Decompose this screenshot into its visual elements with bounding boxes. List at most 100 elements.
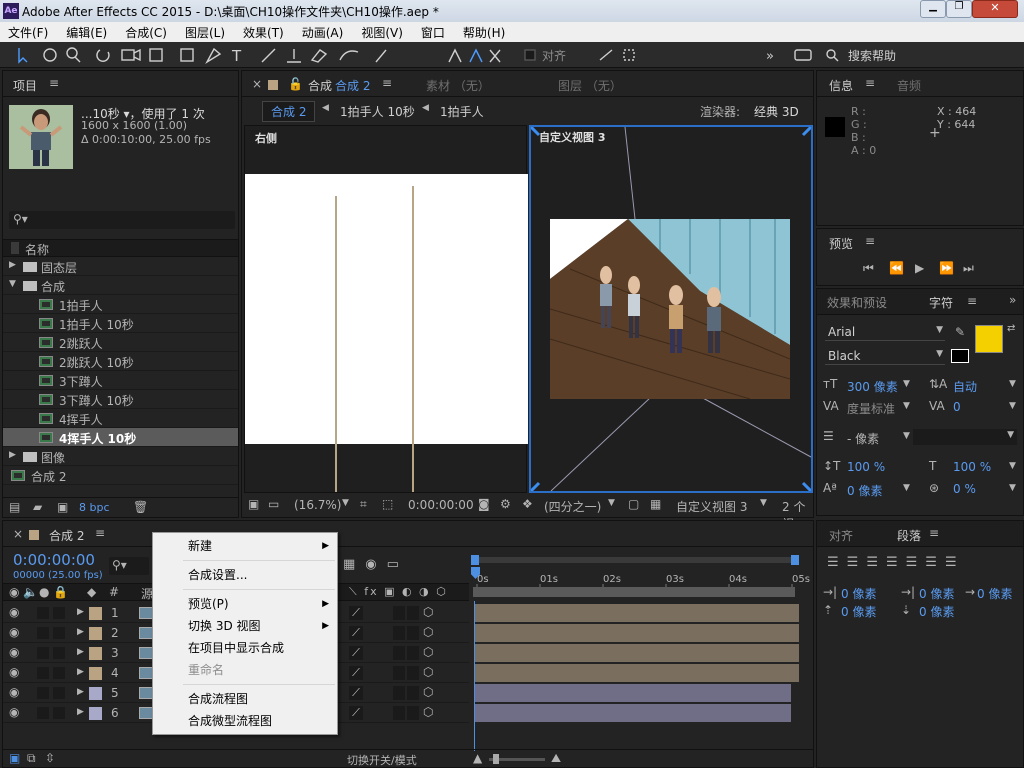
safe-zones-icon[interactable]: ⬚ [382, 497, 393, 511]
layer-color-label[interactable] [89, 667, 102, 680]
kerning-field[interactable]: 度量标准 [847, 400, 895, 417]
expand-icon[interactable]: ▶ [77, 607, 84, 617]
font-family-select[interactable]: Arial ▼ [825, 323, 945, 341]
menu-item[interactable]: 编辑(E) [58, 24, 117, 41]
swap-colors-icon[interactable]: ⇄ [1007, 323, 1015, 334]
switch-box[interactable] [407, 666, 419, 680]
justify-left-icon[interactable]: ☰ [886, 555, 906, 570]
timeline-timecode[interactable]: 0:00:00:00 [13, 551, 95, 569]
disclosure-icon[interactable]: ▶ [9, 450, 16, 460]
column-header-name[interactable]: 名称 [25, 241, 49, 258]
lock-box[interactable] [53, 627, 65, 639]
resolution-select[interactable]: (四分之一) [544, 498, 601, 515]
disclosure-icon[interactable]: ▼ [9, 279, 16, 289]
project-list-item[interactable]: 3下蹲人 [3, 371, 238, 390]
tab-info[interactable]: 信息 [829, 77, 853, 94]
leading-field[interactable]: 自动 [953, 378, 977, 395]
project-list-item[interactable]: 1拍手人 10秒 [3, 314, 238, 333]
panel-menu-icon[interactable]: ≡ [865, 234, 875, 248]
switch-box[interactable] [393, 646, 405, 660]
transparency-grid-icon[interactable]: ▦ [650, 497, 661, 511]
3d-layer-cube-icon[interactable]: ⬡ [423, 705, 433, 719]
lock-box[interactable] [53, 647, 65, 659]
menu-item[interactable]: 合成(C) [117, 24, 177, 41]
shy-switch-icon[interactable]: ⟋ [349, 626, 363, 640]
switch-box[interactable] [407, 686, 419, 700]
next-frame-icon[interactable]: ⏩ [939, 261, 954, 275]
lock-box[interactable] [53, 707, 65, 719]
graph-editor-icon[interactable]: ▭ [387, 557, 409, 572]
in-out-icon[interactable]: ⇳ [45, 751, 55, 765]
expand-icon[interactable]: ▶ [77, 687, 84, 697]
tab-timeline[interactable]: 合成 2 [49, 527, 84, 544]
align-right-icon[interactable]: ☰ [866, 555, 886, 570]
close-tab-icon[interactable]: × [13, 527, 23, 541]
solo-box[interactable] [37, 667, 49, 679]
indent-first-field[interactable]: 0 像素 [977, 585, 1012, 602]
space-before-field[interactable]: 0 像素 [841, 603, 876, 620]
flowchart-icon[interactable]: ⧉ [27, 751, 36, 766]
tab-footage[interactable]: 素材 （无） [426, 77, 490, 94]
vertical-scale-field[interactable]: 100 % [847, 460, 885, 474]
project-search-input[interactable]: ⚲▾ [9, 211, 235, 229]
panel-menu-icon[interactable]: ≡ [95, 526, 105, 540]
justify-right-icon[interactable]: ☰ [925, 555, 945, 570]
context-menu-item[interactable]: 新建 ▶ [153, 535, 337, 557]
3d-layer-cube-icon[interactable]: ⬡ [423, 645, 433, 659]
align-center-icon[interactable]: ☰ [847, 555, 867, 570]
solo-box[interactable] [37, 707, 49, 719]
expand-icon[interactable]: ▶ [77, 667, 84, 677]
panel-menu-icon[interactable]: ≡ [49, 76, 59, 90]
new-folder-icon[interactable]: ▰ [33, 500, 42, 514]
breadcrumb-item[interactable]: 1拍手人 10秒 [340, 103, 415, 120]
lock-box[interactable] [53, 667, 65, 679]
baseline-shift-field[interactable]: 0 像素 [847, 482, 882, 499]
solo-box[interactable] [37, 627, 49, 639]
shy-switch-icon[interactable]: ⟋ [349, 686, 363, 700]
project-list-item[interactable]: 3下蹲人 10秒 [3, 390, 238, 409]
last-frame-icon[interactable]: ⏭ [963, 261, 974, 276]
close-button[interactable]: ✕ [972, 0, 1018, 18]
comp-button-icon[interactable]: ▣ [9, 751, 20, 765]
project-list-item[interactable]: 2跳跃人 [3, 333, 238, 352]
renderer-value[interactable]: 经典 3D [754, 103, 799, 120]
tab-audio[interactable]: 音频 [897, 77, 921, 94]
layer-duration-bar[interactable] [475, 604, 799, 622]
justify-center-icon[interactable]: ☰ [906, 555, 926, 570]
horizontal-scale-field[interactable]: 100 % [953, 460, 991, 474]
viewer-timecode[interactable]: 0:00:00:00 [408, 498, 474, 512]
project-list-item[interactable]: ▼ 合成 [3, 276, 238, 295]
draft-3d-icon[interactable]: ▦ [343, 557, 365, 572]
project-list-item[interactable]: 2跳跃人 10秒 [3, 352, 238, 371]
stroke-style-select[interactable]: ▼ [913, 429, 1017, 445]
label-column-icon[interactable] [11, 242, 19, 254]
visibility-eye-icon[interactable]: ◉ [9, 705, 19, 719]
layer-color-label[interactable] [89, 647, 102, 660]
viewport-right[interactable]: 自定义视图 3 [529, 125, 813, 493]
color-channels-icon[interactable]: ❖ [522, 497, 533, 511]
eyedropper-icon[interactable]: ✎ [955, 325, 965, 339]
tracking-field[interactable]: 0 [953, 400, 961, 414]
camera-icon[interactable]: ◙ [478, 497, 490, 511]
viewport-left[interactable]: 右侧 [244, 125, 528, 493]
time-ruler[interactable]: 0s 01s 02s 03s 04s 05s [469, 551, 813, 601]
layer-color-label[interactable] [89, 687, 102, 700]
visibility-eye-icon[interactable]: ◉ [9, 665, 19, 679]
solo-box[interactable] [37, 607, 49, 619]
align-left-icon[interactable]: ☰ [827, 555, 847, 570]
snapshot-icon[interactable]: ▣ [248, 497, 259, 511]
play-icon[interactable]: ▶ [915, 261, 924, 275]
menu-item[interactable]: 图层(L) [177, 24, 235, 41]
work-area-bar[interactable] [473, 587, 795, 597]
indent-right-field[interactable]: 0 像素 [919, 585, 954, 602]
monitor-icon[interactable]: ▭ [268, 497, 279, 511]
switch-box[interactable] [393, 686, 405, 700]
timeline-search[interactable]: ⚲▾ [109, 557, 149, 575]
layer-duration-bar[interactable] [475, 664, 799, 682]
menu-item[interactable]: 帮助(H) [455, 24, 515, 41]
minimize-button[interactable]: ▁ [920, 0, 946, 18]
region-icon[interactable]: ⌗ [360, 497, 367, 512]
3d-layer-cube-icon[interactable]: ⬡ [423, 665, 433, 679]
layer-color-label[interactable] [89, 607, 102, 620]
first-frame-icon[interactable]: ⏮ [863, 261, 874, 276]
